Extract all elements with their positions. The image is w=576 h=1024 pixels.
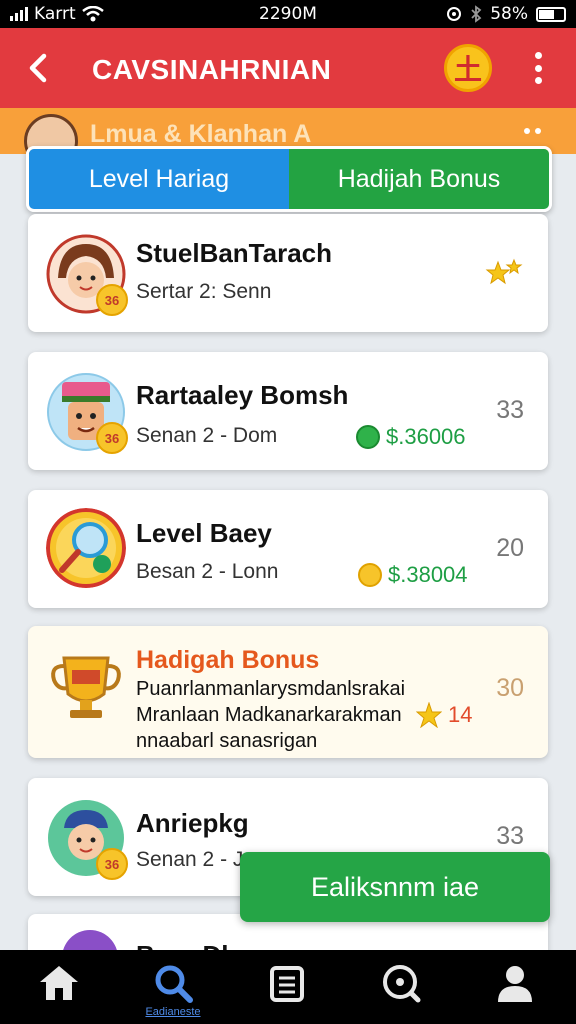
item-name: StuelBanTarach — [136, 238, 333, 268]
profile-name: Lmua & Klanhan A — [90, 120, 312, 148]
stars-icon — [485, 258, 523, 285]
coin-icon — [358, 563, 382, 587]
profile-icon — [498, 966, 532, 1002]
level-badge: 36 — [96, 422, 128, 454]
battery-icon — [536, 6, 566, 22]
level-badge: 36 — [96, 848, 128, 880]
more-icon[interactable] — [524, 128, 541, 134]
action-button[interactable]: Ealiksnnm iae — [240, 852, 550, 922]
tab-level[interactable]: Level Hariag — [29, 149, 289, 209]
nav-search[interactable]: Eadianeste — [138, 960, 208, 1018]
location-icon — [447, 7, 462, 21]
desc-line: Puanrlanmanlarysmdanlsrakai — [136, 678, 406, 700]
list-icon — [270, 966, 304, 1002]
desc-line: Mranlaan Madkanarkarakman — [136, 704, 402, 726]
price-value: $.38004 — [388, 562, 468, 587]
search-icon — [155, 965, 193, 1003]
item-name: Level Baey — [136, 518, 272, 548]
list-item[interactable]: Level Baey Besan 2 - Lonn 20 $.38004 — [28, 490, 548, 608]
app-bar: CAVSINAHRNIAN 土 — [0, 28, 576, 108]
nav-search-label: Eadianeste — [145, 1006, 201, 1018]
level-badge: 36 — [96, 284, 128, 316]
item-count: 33 — [496, 396, 524, 424]
star-value: 14 — [448, 702, 473, 727]
more-icon[interactable] — [524, 48, 552, 88]
gem-icon — [356, 425, 380, 449]
coin-glyph: 土 — [453, 54, 482, 85]
bonus-card[interactable]: Hadigah Bonus Puanrlanmanlarysmdanlsraka… — [28, 626, 548, 758]
price-value: $.36006 — [386, 424, 466, 449]
nav-profile[interactable] — [480, 960, 550, 1016]
back-icon[interactable] — [20, 48, 60, 88]
item-name: Hadigah Bonus — [136, 646, 320, 674]
item-subtitle: Senan 2 - Ja — [136, 848, 256, 871]
bluetooth-icon — [471, 5, 482, 23]
home-icon — [40, 966, 78, 1000]
item-subtitle: Sertar 2: Senn — [136, 280, 272, 303]
status-bar: Karrt 2290M 58% — [0, 0, 576, 28]
battery-percent: 58% — [490, 4, 528, 24]
trophy-icon — [51, 656, 121, 718]
item-name: Rartaaley Bomsh — [136, 380, 349, 410]
clock: 2290M — [259, 4, 317, 24]
compass-icon — [383, 965, 421, 1003]
item-count: 30 — [496, 674, 524, 702]
item-subtitle: Senan 2 - Dom — [136, 424, 278, 447]
item-count: 33 — [496, 822, 524, 850]
app-title: CAVSINAHRNIAN — [92, 54, 332, 85]
list-item[interactable]: 36 Rartaaley Bomsh Senan 2 - Dom 33 $.36… — [28, 352, 548, 470]
star-reward: 14 — [416, 702, 472, 728]
item-price: $.38004 — [358, 562, 468, 588]
star-icon — [416, 702, 442, 728]
coin-icon[interactable]: 土 — [444, 44, 492, 92]
tab-bonus[interactable]: Hadijah Bonus — [289, 149, 549, 209]
item-name: Anriepkg — [136, 808, 249, 838]
desc-line: nnaabarl sanasrigan — [136, 730, 318, 752]
bottom-nav: Eadianeste — [0, 950, 576, 1024]
tab-bar: Level Hariag Hadijah Bonus — [26, 146, 552, 212]
item-price: $.36006 — [356, 424, 466, 450]
list-item[interactable]: 36 StuelBanTarach Sertar 2: Senn — [28, 214, 548, 332]
magnifier-badge-icon — [46, 508, 126, 588]
nav-home[interactable] — [24, 960, 94, 1016]
bonus-description: Puanrlanmanlarysmdanlsrakai Mranlaan Mad… — [136, 676, 426, 754]
nav-explore[interactable] — [366, 960, 436, 1016]
nav-list[interactable] — [252, 960, 322, 1016]
item-subtitle: Besan 2 - Lonn — [136, 560, 279, 583]
item-count: 20 — [496, 534, 524, 562]
